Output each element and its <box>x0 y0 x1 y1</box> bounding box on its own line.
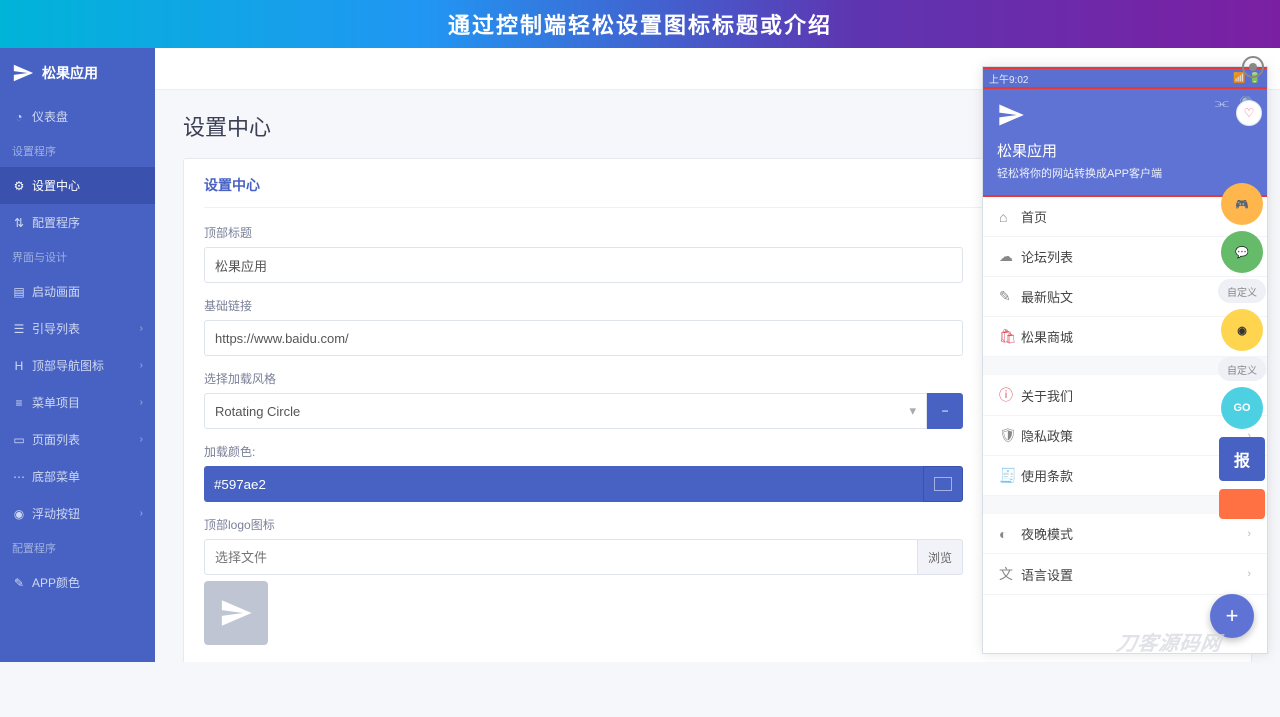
logo-preview <box>204 581 268 645</box>
sidebar-item-dashboard[interactable]: ◔仪表盘 <box>0 98 155 135</box>
phone-app-title: 松果应用 <box>997 140 1253 161</box>
paper-plane-icon <box>997 101 1025 129</box>
brand-logo[interactable]: 松果应用 <box>0 48 155 98</box>
phone-menu-terms[interactable]: 🧾使用条款› <box>983 456 1267 496</box>
list-icon: ☰ <box>12 322 26 336</box>
receipt-icon: 🧾 <box>999 467 1021 484</box>
info-icon: ⓘ <box>999 385 1021 405</box>
watermark: 刀客源码网 <box>1115 627 1224 656</box>
sidebar-item-settings-center[interactable]: ⚙设置中心 <box>0 167 155 204</box>
phone-menu-forum[interactable]: ☁论坛列表› <box>983 237 1267 277</box>
edit-icon: ✎ <box>999 288 1021 305</box>
load-color-label: 加载颜色: <box>204 443 963 460</box>
sidebar: 松果应用 ◔仪表盘 设置程序 ⚙设置中心 ⇅配置程序 界面与设计 ▤启动画面 ☰… <box>0 48 155 662</box>
phone-time: 上午9:02 <box>989 71 1028 86</box>
sidebar-item-top-nav-icons[interactable]: H顶部导航图标› <box>0 347 155 384</box>
chevron-down-icon: ▾ <box>909 403 916 419</box>
load-color-input[interactable] <box>204 466 923 502</box>
chevron-right-icon: › <box>140 508 143 519</box>
translate-icon: 文 <box>999 564 1021 584</box>
menu-icon: ≡ <box>12 396 26 410</box>
phone-menu-lang[interactable]: 文语言设置› <box>983 554 1267 595</box>
sidebar-item-splash[interactable]: ▤启动画面 <box>0 273 155 310</box>
color-swatch[interactable] <box>923 466 963 502</box>
paper-plane-icon <box>12 62 34 84</box>
chevron-right-icon: › <box>1247 568 1251 580</box>
home-icon: ⌂ <box>999 209 1021 225</box>
logo-file-input[interactable] <box>204 539 918 575</box>
sidebar-item-float-button[interactable]: ◉浮动按钮› <box>0 495 155 532</box>
phone-menu-night[interactable]: ◐夜晚模式› <box>983 514 1267 554</box>
h-icon: H <box>12 359 26 373</box>
sidebar-item-config[interactable]: ⇅配置程序 <box>0 204 155 241</box>
phone-menu-home[interactable]: ⌂首页› <box>983 197 1267 237</box>
phone-menu-posts[interactable]: ✎最新贴文› <box>983 277 1267 317</box>
moon-icon: ◐ <box>999 526 1021 542</box>
sidebar-item-app-color[interactable]: ✎APP颜色 <box>0 564 155 601</box>
chevron-right-icon: › <box>140 397 143 408</box>
favorite-icon[interactable]: ♡ <box>1236 100 1262 126</box>
top-title-input[interactable] <box>204 247 963 283</box>
pencil-icon: ✎ <box>12 576 26 590</box>
gear-icon: ⚙ <box>12 179 26 193</box>
top-banner: 通过控制端轻松设置图标标题或介绍 <box>0 0 1280 48</box>
sidebar-section-config: 配置程序 <box>0 532 155 564</box>
load-style-label: 选择加载风格 <box>204 370 963 387</box>
chevron-right-icon: › <box>1247 331 1251 343</box>
paper-plane-icon <box>219 596 253 630</box>
phone-menu-shop[interactable]: 🛍松果商城› <box>983 317 1267 357</box>
chevron-right-icon: › <box>140 323 143 334</box>
chevron-right-icon: › <box>140 434 143 445</box>
chevron-right-icon: › <box>1247 430 1251 442</box>
gauge-icon: ◔ <box>12 110 26 124</box>
top-title-label: 顶部标题 <box>204 224 963 241</box>
base-link-label: 基础链接 <box>204 297 963 314</box>
base-link-input[interactable] <box>204 320 963 356</box>
pages-icon: ▭ <box>12 433 26 447</box>
shield-icon: 🛡 <box>999 427 1021 444</box>
sidebar-section-settings: 设置程序 <box>0 135 155 167</box>
phone-drawer-menu: ⌂首页› ☁论坛列表› ✎最新贴文› 🛍松果商城› ⓘ关于我们› 🛡隐私政策› … <box>983 197 1267 595</box>
chevron-right-icon: › <box>1247 211 1251 223</box>
top-logo-label: 顶部logo图标 <box>204 516 963 533</box>
cloud-icon: ☁ <box>999 248 1021 265</box>
chevron-right-icon: › <box>1247 528 1251 540</box>
share-icon[interactable]: ⫘ <box>1215 95 1229 115</box>
chevron-right-icon: › <box>1247 389 1251 401</box>
circle-icon: ◉ <box>12 507 26 521</box>
screen-icon: ▤ <box>12 285 26 299</box>
bag-icon: 🛍 <box>999 328 1021 345</box>
phone-preview: 上午9:02 📶 🔋 松果应用 轻松将你的网站转换成APP客户端 ⫘ 🔍 ⌂首页… <box>982 66 1268 654</box>
sidebar-section-ui: 界面与设计 <box>0 241 155 273</box>
phone-statusbar: 上午9:02 📶 🔋 <box>983 67 1267 89</box>
chevron-right-icon: › <box>1247 470 1251 482</box>
brand-name: 松果应用 <box>42 63 98 83</box>
chevron-right-icon: › <box>1247 291 1251 303</box>
remove-button[interactable]: − <box>927 393 963 429</box>
phone-menu-privacy[interactable]: 🛡隐私政策› <box>983 416 1267 456</box>
user-avatar[interactable] <box>1242 56 1264 78</box>
dots-icon: ⋯ <box>12 470 26 484</box>
chevron-right-icon: › <box>1247 251 1251 263</box>
browse-button[interactable]: 浏览 <box>918 539 963 575</box>
sidebar-item-page-list[interactable]: ▭页面列表› <box>0 421 155 458</box>
phone-menu-about[interactable]: ⓘ关于我们› <box>983 375 1267 416</box>
chevron-right-icon: › <box>140 360 143 371</box>
sidebar-item-intro-list[interactable]: ☰引导列表› <box>0 310 155 347</box>
load-style-select[interactable]: Rotating Circle▾ <box>204 393 927 429</box>
phone-app-subtitle: 轻松将你的网站转换成APP客户端 <box>997 165 1253 181</box>
sliders-icon: ⇅ <box>12 216 26 230</box>
sidebar-item-menu-items[interactable]: ≡菜单项目› <box>0 384 155 421</box>
sidebar-item-bottom-menu[interactable]: ⋯底部菜单 <box>0 458 155 495</box>
